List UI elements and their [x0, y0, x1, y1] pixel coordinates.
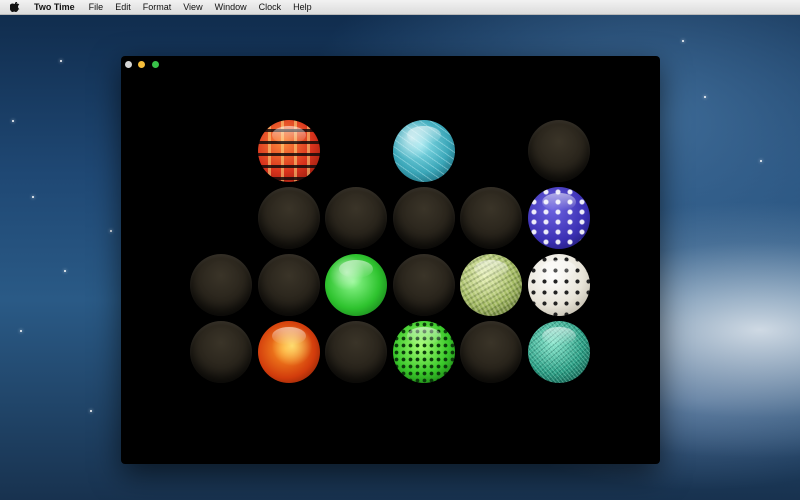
teal-fiber-ball[interactable]	[527, 321, 590, 383]
empty-slot[interactable]	[257, 187, 320, 249]
menu-bar: Two Time File Edit Format View Window Cl…	[0, 0, 800, 15]
green-dots-ball[interactable]	[392, 321, 455, 383]
red-stripe-ball[interactable]	[257, 120, 320, 182]
empty-slot[interactable]	[460, 187, 522, 249]
empty-slot[interactable]	[527, 120, 590, 182]
apple-icon[interactable]	[10, 2, 20, 12]
green-glass-ball[interactable]	[325, 254, 387, 316]
empty-slot[interactable]	[190, 254, 252, 316]
zoom-window-button[interactable]	[152, 61, 159, 68]
menu-window[interactable]: Window	[209, 0, 253, 14]
empty-slot[interactable]	[190, 321, 252, 383]
purple-pattern-ball[interactable]	[527, 187, 590, 249]
game-window	[121, 56, 660, 464]
minimize-window-button[interactable]	[138, 61, 145, 68]
menu-help[interactable]: Help	[287, 0, 318, 14]
green-fur-ball[interactable]	[460, 254, 522, 316]
close-window-button[interactable]	[125, 61, 132, 68]
menu-file[interactable]: File	[83, 0, 110, 14]
cyan-water-ball[interactable]	[392, 120, 455, 182]
empty-slot[interactable]	[325, 321, 387, 383]
empty-slot[interactable]	[392, 254, 455, 316]
menu-clock[interactable]: Clock	[253, 0, 288, 14]
app-menu[interactable]: Two Time	[28, 2, 83, 12]
empty-slot[interactable]	[392, 187, 455, 249]
empty-slot[interactable]	[325, 187, 387, 249]
empty-slot[interactable]	[257, 254, 320, 316]
menu-format[interactable]: Format	[137, 0, 178, 14]
menu-view[interactable]: View	[177, 0, 208, 14]
menu-edit[interactable]: Edit	[109, 0, 137, 14]
empty-slot[interactable]	[460, 321, 522, 383]
white-dots-ball[interactable]	[527, 254, 590, 316]
orange-fire-ball[interactable]	[257, 321, 320, 383]
